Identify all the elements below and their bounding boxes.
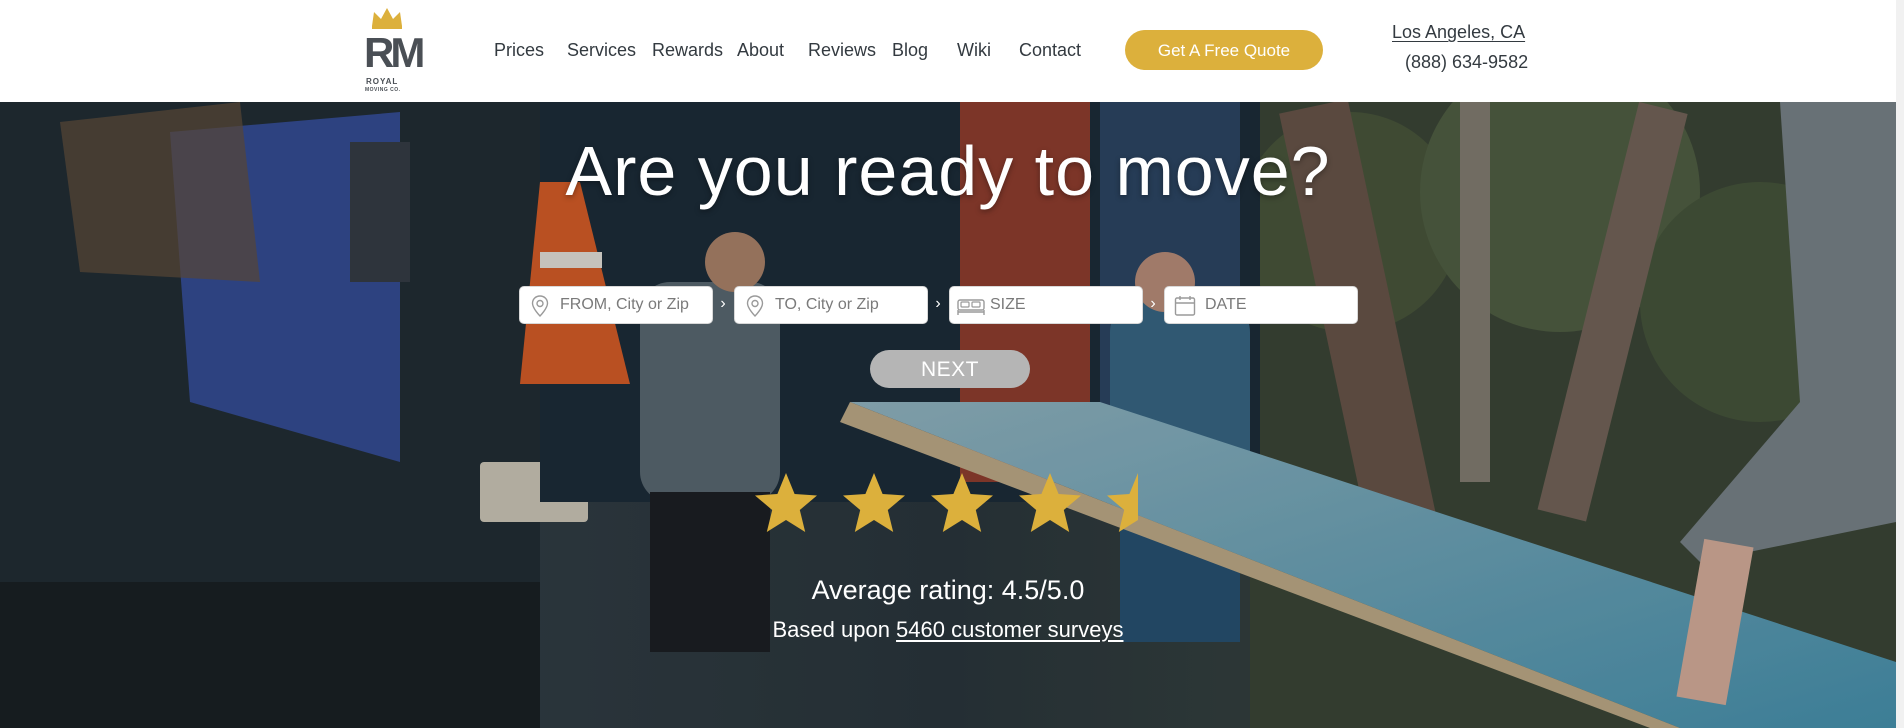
nav-contact[interactable]: Contact xyxy=(1019,38,1081,62)
nav-rewards[interactable]: Rewards xyxy=(652,38,723,62)
half-star-icon xyxy=(1107,473,1138,532)
nav-services[interactable]: Services xyxy=(567,38,636,62)
to-field[interactable] xyxy=(734,286,928,324)
logo-monogram: RM xyxy=(364,29,425,76)
size-field[interactable] xyxy=(949,286,1143,324)
from-field[interactable] xyxy=(519,286,713,324)
map-pin-icon xyxy=(746,295,764,317)
crown-icon xyxy=(372,8,402,29)
date-field[interactable] xyxy=(1164,286,1358,324)
date-input[interactable] xyxy=(1205,287,1351,323)
form-separator: › xyxy=(1150,295,1156,312)
royal-moving-logo[interactable]: RM ROYAL MOVING CO. xyxy=(362,4,425,96)
star-icon xyxy=(843,473,905,532)
next-button[interactable]: NEXT xyxy=(870,350,1030,388)
logo-word: ROYAL xyxy=(366,77,399,86)
surveys-line: Based upon 5460 customer surveys xyxy=(0,616,1896,644)
star-icon xyxy=(931,473,993,532)
surveys-link[interactable]: 5460 customer surveys xyxy=(896,617,1123,642)
map-pin-icon xyxy=(531,295,549,317)
nav-blog[interactable]: Blog xyxy=(892,38,928,62)
form-separator: › xyxy=(720,295,726,312)
free-quote-button[interactable]: Get A Free Quote xyxy=(1125,30,1323,70)
to-input[interactable] xyxy=(775,287,921,323)
bed-icon xyxy=(957,299,985,315)
star-rating xyxy=(752,470,1152,540)
hero-title: Are you ready to move? xyxy=(565,132,1331,210)
nav-prices[interactable]: Prices xyxy=(494,38,544,62)
nav-wiki[interactable]: Wiki xyxy=(957,38,991,62)
hero-section: Are you ready to move? › › › xyxy=(0,102,1896,728)
star-icon xyxy=(1019,473,1081,532)
form-separator: › xyxy=(935,295,941,312)
calendar-icon xyxy=(1174,296,1196,316)
location-link[interactable]: Los Angeles, CA xyxy=(1392,22,1525,43)
size-select[interactable] xyxy=(990,287,1136,323)
logo-subword: MOVING CO. xyxy=(365,87,401,93)
page-scrollbar[interactable] xyxy=(1896,0,1904,728)
nav-reviews[interactable]: Reviews xyxy=(808,38,876,62)
average-rating-text: Average rating: 4.5/5.0 xyxy=(811,575,1085,605)
nav-about[interactable]: About xyxy=(737,38,784,62)
surveys-prefix: Based upon xyxy=(772,617,897,642)
phone-number[interactable]: (888) 634-9582 xyxy=(1405,52,1528,73)
site-header: RM ROYAL MOVING CO. Prices Services Rewa… xyxy=(0,0,1904,102)
from-input[interactable] xyxy=(560,287,706,323)
star-icon xyxy=(755,473,817,532)
